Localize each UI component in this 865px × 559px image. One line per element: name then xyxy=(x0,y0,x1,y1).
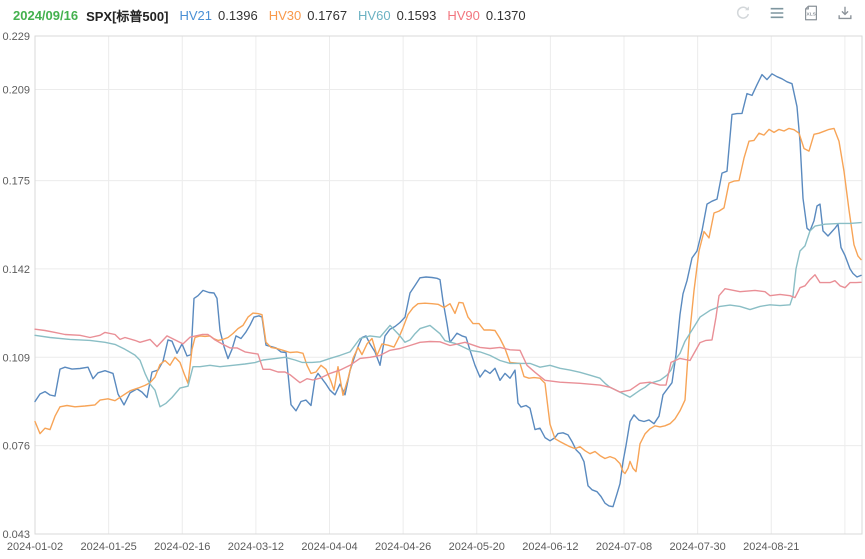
svg-text:XLS: XLS xyxy=(806,11,816,17)
legend-series-value: 0.1593 xyxy=(396,7,437,23)
refresh-icon xyxy=(736,6,750,19)
menu-button[interactable] xyxy=(767,3,787,23)
plot-border xyxy=(34,35,863,535)
legend: HV21 0.1396 HV30 0.1767 HV60 0.1593 HV90 0.1370 xyxy=(168,8,525,23)
legend-series-name: HV60 xyxy=(358,7,391,23)
legend-series-name: HV30 xyxy=(268,7,302,23)
legend-series-value: 0.1767 xyxy=(307,7,348,23)
legend-item-hv60[interactable]: HV60 0.1593 xyxy=(358,8,436,23)
x-tick-label: 2024-05-20 xyxy=(449,541,505,553)
export-xls-button[interactable]: XLS xyxy=(801,3,821,23)
legend-series-name: HV21 xyxy=(179,7,212,23)
export-xls-icon: XLS xyxy=(805,5,817,21)
x-tick-label: 2024-01-02 xyxy=(7,541,63,553)
download-icon xyxy=(838,6,852,20)
quote-date: 2024/09/16 xyxy=(13,7,79,23)
legend-item-hv30[interactable]: HV30 0.1767 xyxy=(269,8,347,23)
x-tick-label: 2024-07-30 xyxy=(670,541,726,553)
refresh-button[interactable] xyxy=(733,3,753,23)
volatility-chart-widget: 2024-01-02 2024-01-25 2024-02-16 2024-03-12… xyxy=(0,0,865,559)
legend-item-hv21[interactable]: HV21 0.1396 xyxy=(179,8,257,23)
x-tick-label: 2024-04-26 xyxy=(375,541,431,553)
legend-series-name: HV90 xyxy=(447,7,480,23)
hv-chart-plot-area[interactable]: 2024-01-02 2024-01-25 2024-02-16 2024-03-12… xyxy=(0,0,865,559)
x-tick-label: 2024-07-08 xyxy=(596,541,652,553)
y-tick-label: 0.076 xyxy=(2,441,30,453)
y-tick-label: 0.209 xyxy=(2,85,30,97)
series-line-hv60 xyxy=(34,221,862,408)
y-tick-label: 0.142 xyxy=(2,264,30,276)
legend-series-value: 0.1370 xyxy=(485,7,526,23)
y-tick-label: 0.229 xyxy=(2,31,30,43)
menu-icon xyxy=(770,7,784,19)
legend-series-value: 0.1396 xyxy=(217,7,258,23)
y-tick-label: 0.109 xyxy=(2,352,30,364)
x-tick-label: 2024-06-12 xyxy=(522,541,578,553)
download-button[interactable] xyxy=(835,3,855,23)
x-tick-label: 2024-01-25 xyxy=(80,541,136,553)
x-tick-label: 2024-08-21 xyxy=(743,541,799,553)
y-tick-label: 0.175 xyxy=(2,176,30,188)
legend-item-hv90[interactable]: HV90 0.1370 xyxy=(447,8,525,23)
chart-toolbar: XLS xyxy=(733,3,855,23)
y-tick-label: 0.043 xyxy=(2,529,30,541)
x-tick-label: 2024-02-16 xyxy=(154,541,210,553)
x-tick-label: 2024-04-04 xyxy=(301,541,357,553)
x-tick-label: 2024-03-12 xyxy=(228,541,284,553)
symbol-label: SPX[标普500] xyxy=(86,8,169,24)
series-line-hv21 xyxy=(34,73,862,508)
